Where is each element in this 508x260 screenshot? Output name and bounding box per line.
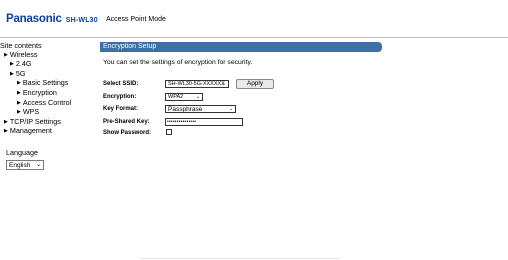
page-title: Encryption Setup <box>103 43 157 50</box>
chevron-down-icon: ⌄ <box>195 94 200 100</box>
chevron-down-icon: ⌄ <box>35 161 41 168</box>
panasonic-logo: Panasonic SH-WL30 <box>6 13 98 25</box>
sidebar-item-label: TCP/IP Settings <box>9 116 61 126</box>
triangle-right-icon: ▶ <box>4 51 8 58</box>
triangle-right-icon: ▶ <box>10 61 14 68</box>
ssid-select[interactable]: SH-WL30-5G-XXXXXX ⌄ <box>165 80 229 88</box>
sidebar-item-2-4g[interactable]: ▶ 2.4G <box>0 59 96 70</box>
section-title-bar: Encryption Setup <box>100 42 382 52</box>
triangle-right-icon: ▶ <box>17 80 21 87</box>
key-format-label: Key Format: <box>103 106 139 112</box>
sidebar-item-label: Encryption <box>22 87 57 97</box>
key-format-select[interactable]: Passphrase ⌄ <box>165 105 236 113</box>
header-divider <box>0 37 508 38</box>
sidebar-item-label: Basic Settings <box>22 78 69 88</box>
mode-label: Access Point Mode <box>106 16 166 23</box>
footer-divider <box>140 258 340 259</box>
brand-name: Panasonic <box>6 13 62 25</box>
encryption-select[interactable]: WPA2 ⌄ <box>165 93 203 101</box>
section-description: You can set the settings of encryption f… <box>103 59 253 66</box>
sidebar-item-label: WPS <box>22 107 40 117</box>
apply-button[interactable]: Apply <box>236 79 274 89</box>
encryption-select-value: WPA2 <box>168 94 184 100</box>
chevron-down-icon: ⌄ <box>228 106 233 112</box>
show-password-checkbox[interactable] <box>166 129 172 135</box>
triangle-right-icon: ▶ <box>17 99 21 106</box>
show-password-label: Show Password: <box>103 130 152 136</box>
sidebar-item-access-control[interactable]: ▶ Access Control <box>0 97 96 109</box>
header: Panasonic SH-WL30 Access Point Mode <box>0 0 508 37</box>
ssid-select-value: SH-WL30-5G-XXXXXX <box>168 81 225 87</box>
psk-label: Pre-Shared Key: <box>103 119 150 125</box>
triangle-right-icon: ▶ <box>17 89 21 96</box>
model-name: SH-WL30 <box>65 17 98 24</box>
sidebar-item-label: 2.4G <box>15 59 32 69</box>
sidebar-item-label: 5G <box>15 68 26 78</box>
sidebar-item-label: Wireless <box>9 49 38 59</box>
encryption-label: Encryption: <box>103 94 137 100</box>
sidebar-item-management[interactable]: ▶ Management <box>0 127 96 137</box>
triangle-right-icon: ▶ <box>10 70 14 77</box>
chevron-down-icon: ⌄ <box>221 81 226 87</box>
language-label: Language <box>6 147 38 157</box>
triangle-right-icon: ▶ <box>4 118 8 125</box>
psk-input[interactable]: ••••••••••••••• <box>165 118 243 126</box>
sidebar-item-label: Access Control <box>22 97 72 107</box>
ssid-label: Select SSID: <box>103 81 139 87</box>
triangle-right-icon: ▶ <box>17 109 21 116</box>
language-select-value: English <box>9 161 31 169</box>
sidebar-item-label: Management <box>9 126 52 136</box>
key-format-select-value: Passphrase <box>168 106 203 113</box>
triangle-right-icon: ▶ <box>4 128 8 135</box>
language-select[interactable]: English ⌄ <box>6 159 44 170</box>
sidebar: Site contents ▶ Wireless ▶ 2.4G ▶ 5G ▶ Basic… <box>0 41 96 170</box>
sidebar-item-wireless[interactable]: ▶ Wireless <box>0 49 96 61</box>
